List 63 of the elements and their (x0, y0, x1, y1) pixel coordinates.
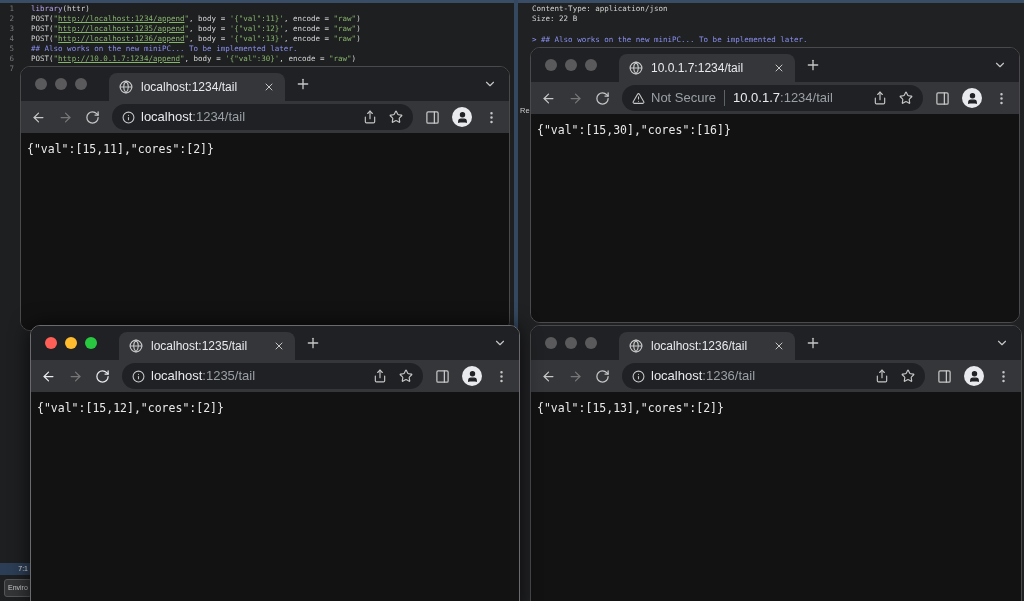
warning-icon (632, 91, 645, 105)
window-control-icon[interactable] (45, 337, 57, 349)
url-text: localhost:1236/tail (651, 367, 756, 386)
address-bar[interactable]: localhost:1235/tail (122, 363, 423, 389)
address-bar[interactable]: Not Secure 10.0.1.7:1234/tail (622, 85, 923, 111)
window-control-icon[interactable] (85, 337, 97, 349)
close-icon[interactable] (273, 340, 285, 352)
close-icon[interactable] (773, 340, 785, 352)
address-bar[interactable]: localhost:1234/tail (112, 104, 413, 130)
share-icon[interactable] (873, 91, 887, 105)
back-icon[interactable] (31, 109, 46, 125)
browser-tab[interactable]: 10.0.1.7:1234/tail (619, 54, 795, 82)
globe-icon (119, 80, 133, 94)
side-panel-icon[interactable] (935, 90, 950, 106)
profile-icon[interactable] (962, 88, 982, 108)
forward-icon[interactable] (58, 109, 73, 125)
new-tab-icon[interactable] (805, 335, 821, 351)
bookmark-star-icon[interactable] (389, 110, 403, 124)
back-icon[interactable] (41, 368, 56, 384)
json-response: {"val":[15,11],"cores":[2]} (27, 141, 215, 158)
globe-icon (629, 339, 643, 353)
info-icon (132, 369, 145, 383)
profile-icon[interactable] (452, 107, 472, 127)
address-bar[interactable]: localhost:1236/tail (622, 363, 925, 389)
side-panel-icon[interactable] (425, 109, 440, 125)
side-panel-icon[interactable] (435, 368, 450, 384)
forward-icon[interactable] (568, 368, 583, 384)
json-response: {"val":[15,30],"cores":[16]} (537, 122, 732, 139)
close-icon[interactable] (773, 62, 785, 74)
share-icon[interactable] (373, 369, 387, 383)
url-text: localhost:1234/tail (141, 108, 246, 127)
globe-icon (629, 61, 643, 75)
url-text: localhost:1235/tail (151, 367, 256, 386)
bookmark-star-icon[interactable] (899, 91, 913, 105)
json-response: {"val":[15,12],"cores":[2]} (37, 400, 225, 417)
share-icon[interactable] (875, 369, 889, 383)
json-response: {"val":[15,13],"cores":[2]} (537, 400, 725, 417)
reload-icon[interactable] (85, 109, 100, 125)
reload-icon[interactable] (595, 368, 610, 384)
forward-icon[interactable] (568, 90, 583, 106)
globe-icon (129, 339, 143, 353)
forward-icon[interactable] (68, 368, 83, 384)
security-label[interactable]: Not Secure (651, 88, 717, 108)
info-icon (122, 110, 135, 124)
reload-icon[interactable] (595, 90, 610, 106)
url-text: 10.0.1.7:1234/tail (733, 89, 833, 108)
new-tab-icon[interactable] (805, 57, 821, 73)
profile-icon[interactable] (462, 366, 482, 386)
new-tab-icon[interactable] (305, 335, 321, 351)
window-control-icon[interactable] (65, 337, 77, 349)
new-tab-icon[interactable] (295, 76, 311, 92)
side-panel-icon[interactable] (937, 368, 952, 384)
info-icon (632, 369, 645, 383)
browser-tab[interactable]: localhost:1235/tail (119, 332, 295, 360)
bookmark-star-icon[interactable] (901, 369, 915, 383)
browser-tab[interactable]: localhost:1236/tail (619, 332, 795, 360)
share-icon[interactable] (363, 110, 377, 124)
browser-tab[interactable]: localhost:1234/tail (109, 73, 285, 101)
back-icon[interactable] (541, 90, 556, 106)
close-icon[interactable] (263, 81, 275, 93)
back-icon[interactable] (541, 368, 556, 384)
profile-icon[interactable] (964, 366, 984, 386)
bookmark-star-icon[interactable] (399, 369, 413, 383)
